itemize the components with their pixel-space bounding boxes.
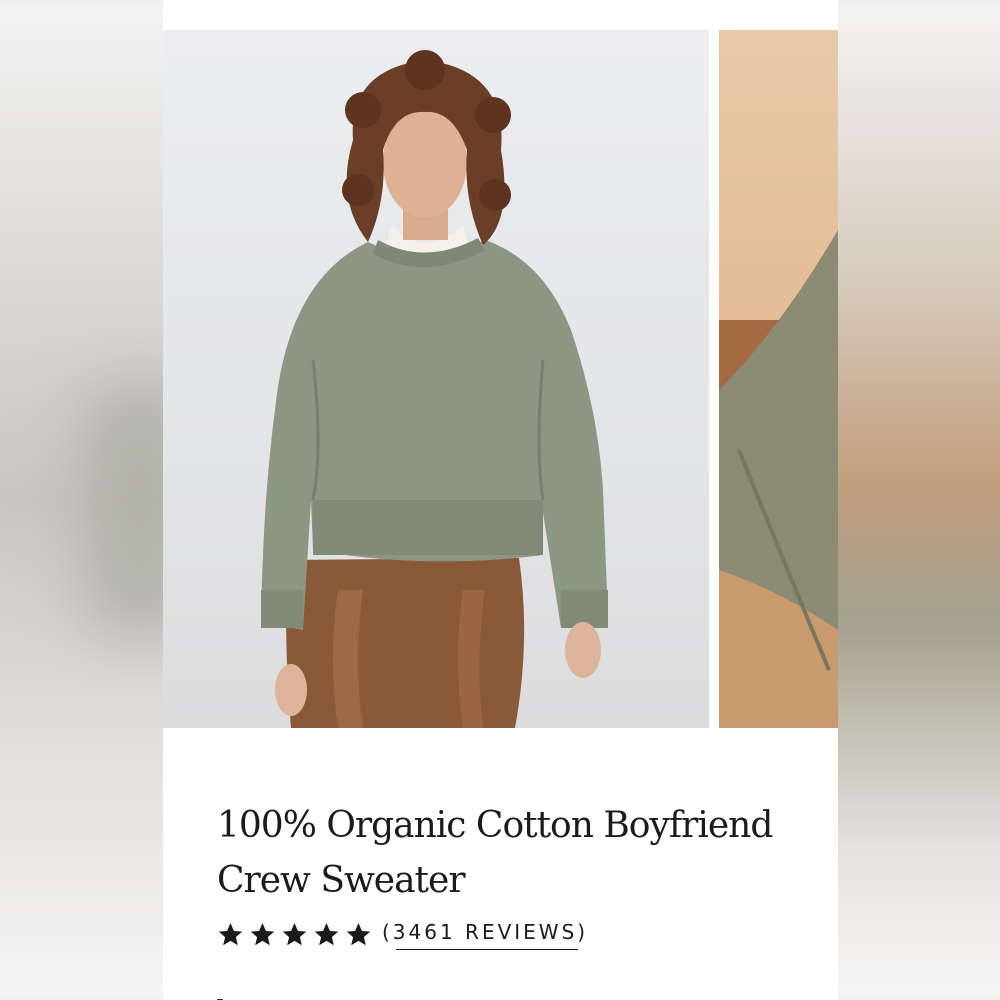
- product-title-line-2: Crew Sweater: [217, 860, 466, 901]
- product-page: 100% Organic Cotton Boyfriend Crew Sweat…: [163, 0, 838, 1000]
- star-icon: [282, 922, 307, 945]
- star-icon: [218, 922, 243, 945]
- model-photo-illustration: [261, 50, 608, 728]
- product-title-line-1: 100% Organic Cotton Boyfriend: [217, 805, 773, 846]
- reviews-underline: [396, 949, 579, 950]
- product-photo-main[interactable]: [163, 30, 709, 728]
- rating-stars: [217, 921, 372, 948]
- star-icon: [346, 922, 371, 945]
- product-title: 100% Organic Cotton Boyfriend Crew Sweat…: [217, 798, 817, 908]
- backdrop-right: [810, 0, 1000, 1000]
- product-image-gallery[interactable]: [163, 30, 838, 728]
- cut-off-content: [217, 992, 477, 1000]
- model-photo-secondary-illustration: [719, 230, 838, 728]
- star-icon: [250, 922, 275, 945]
- product-rating: (3461 REVIEWS): [217, 917, 588, 951]
- reviews-link[interactable]: (3461 REVIEWS): [382, 920, 589, 950]
- star-icon: [314, 922, 339, 945]
- reviews-count: (3461 REVIEWS): [382, 920, 589, 944]
- backdrop-left: [0, 0, 190, 1000]
- product-photo-secondary[interactable]: [719, 30, 838, 728]
